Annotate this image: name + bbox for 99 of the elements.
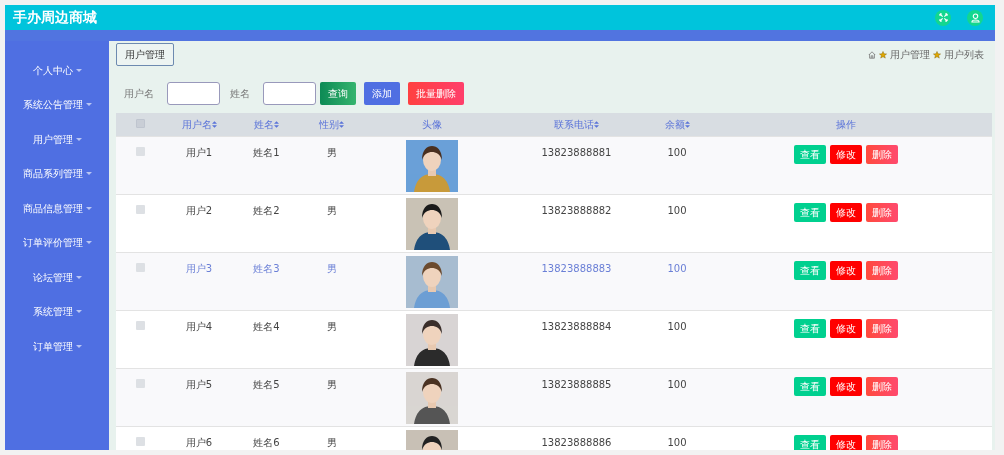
star-icon xyxy=(933,50,941,59)
table-cell: 13823888881 xyxy=(541,146,612,158)
table-cell: 100 xyxy=(667,378,687,390)
fullscreen-icon[interactable] xyxy=(935,9,951,26)
table-cell: 用户4 xyxy=(185,320,213,332)
edit-button[interactable]: 修改 xyxy=(830,434,862,450)
delete-button[interactable]: 删除 xyxy=(866,376,898,396)
table-cell: 13823888882 xyxy=(541,204,612,216)
sidebar-item[interactable]: 商品系列管理 xyxy=(18,156,96,191)
table-cell: 男 xyxy=(326,262,337,274)
sort-icon[interactable] xyxy=(594,121,599,129)
table-cell: 用户3 xyxy=(185,262,213,274)
sort-icon[interactable] xyxy=(684,121,690,129)
delete-button[interactable]: 删除 xyxy=(866,434,898,450)
input-field[interactable] xyxy=(263,82,316,105)
sidebar-item[interactable]: 商品信息管理 xyxy=(18,191,96,226)
field-label: 姓名 xyxy=(230,87,250,101)
table-cell: 男 xyxy=(326,320,337,332)
view-button[interactable]: 查看 xyxy=(794,202,826,222)
table-cell: 100 xyxy=(667,204,687,216)
edit-button[interactable]: 修改 xyxy=(830,202,862,222)
view-button[interactable]: 查看 xyxy=(794,434,826,450)
breadcrumb-link[interactable]: 用户管理 xyxy=(890,47,930,62)
caret-icon xyxy=(75,344,82,348)
column-header[interactable]: 联系电话 xyxy=(554,118,594,130)
caret-icon xyxy=(75,137,82,141)
table-cell: 13823888886 xyxy=(541,436,612,448)
tab[interactable]: 用户管理 xyxy=(116,43,174,66)
sidebar-item[interactable]: 订单管理 xyxy=(28,329,86,364)
sidebar-item[interactable]: 系统管理 xyxy=(28,294,86,329)
table-cell: 男 xyxy=(326,436,337,448)
search-button[interactable]: 查询 xyxy=(320,82,356,105)
delete-button[interactable]: 删除 xyxy=(866,260,898,280)
table-cell: 姓名6 xyxy=(253,436,280,448)
breadcrumb-link[interactable]: 用户列表 xyxy=(944,47,984,62)
table-cell: 姓名2 xyxy=(253,204,280,216)
table-cell: 男 xyxy=(326,204,337,216)
column-header[interactable]: 姓名 xyxy=(254,118,274,130)
star-icon xyxy=(879,50,887,59)
table-cell: 100 xyxy=(667,436,687,448)
sort-icon[interactable] xyxy=(211,121,217,129)
checkbox[interactable] xyxy=(135,378,145,388)
field-label: 用户名 xyxy=(124,87,154,101)
checkbox[interactable] xyxy=(135,320,145,330)
table-cell: 用户2 xyxy=(185,204,213,216)
sidebar-item[interactable]: 订单评价管理 xyxy=(18,225,96,260)
caret-icon xyxy=(85,172,92,176)
edit-button[interactable]: 修改 xyxy=(830,144,862,164)
caret-icon xyxy=(75,68,82,72)
table-cell: 100 xyxy=(667,320,687,332)
sidebar-item[interactable]: 用户管理 xyxy=(28,122,86,157)
checkbox[interactable] xyxy=(135,204,145,214)
column-header[interactable]: 性别 xyxy=(319,118,339,130)
sort-icon[interactable] xyxy=(274,121,279,129)
table-cell: 用户6 xyxy=(185,436,213,448)
view-button[interactable]: 查看 xyxy=(794,318,826,338)
app-title: 手办周边商城 xyxy=(13,8,97,27)
edit-button[interactable]: 修改 xyxy=(830,260,862,280)
sidebar-item[interactable]: 论坛管理 xyxy=(28,260,86,295)
caret-icon xyxy=(85,206,92,210)
table-cell: 100 xyxy=(667,262,687,274)
checkbox[interactable] xyxy=(135,146,145,156)
table-cell: 13823888885 xyxy=(541,378,612,390)
table-cell: 姓名1 xyxy=(253,146,280,158)
input-field[interactable] xyxy=(167,82,220,105)
edit-button[interactable]: 修改 xyxy=(830,376,862,396)
view-button[interactable]: 查看 xyxy=(794,260,826,280)
delete-button[interactable]: 删除 xyxy=(866,202,898,222)
delete-button[interactable]: 删除 xyxy=(866,144,898,164)
column-header: 操作 xyxy=(836,118,856,130)
column-header: 头像 xyxy=(421,118,442,130)
checkbox[interactable] xyxy=(135,118,145,128)
checkbox[interactable] xyxy=(135,436,145,446)
view-button[interactable]: 查看 xyxy=(794,376,826,396)
sort-icon[interactable] xyxy=(339,121,344,129)
table-cell: 姓名4 xyxy=(253,320,280,332)
table-cell: 用户5 xyxy=(185,378,213,390)
caret-icon xyxy=(85,241,92,245)
table-cell: 用户1 xyxy=(185,146,213,158)
sidebar-item[interactable]: 系统公告管理 xyxy=(18,87,96,122)
table-cell: 13823888883 xyxy=(541,262,612,274)
table-cell: 100 xyxy=(667,146,687,158)
table-cell: 男 xyxy=(326,378,337,390)
caret-icon xyxy=(75,310,82,314)
caret-icon xyxy=(85,103,92,107)
table-cell: 男 xyxy=(326,146,337,158)
caret-icon xyxy=(75,275,82,279)
checkbox[interactable] xyxy=(135,262,145,272)
delete-button[interactable]: 删除 xyxy=(866,318,898,338)
table-cell: 姓名3 xyxy=(253,262,280,274)
edit-button[interactable]: 修改 xyxy=(830,318,862,338)
user-icon[interactable] xyxy=(967,9,983,26)
view-button[interactable]: 查看 xyxy=(794,144,826,164)
table-cell: 姓名5 xyxy=(253,378,280,390)
table-cell: 13823888884 xyxy=(541,320,612,332)
batch-delete-button[interactable]: 批量删除 xyxy=(408,82,464,105)
add-button[interactable]: 添加 xyxy=(364,82,400,105)
sidebar-item[interactable]: 个人中心 xyxy=(28,53,86,88)
home-icon xyxy=(868,50,876,59)
